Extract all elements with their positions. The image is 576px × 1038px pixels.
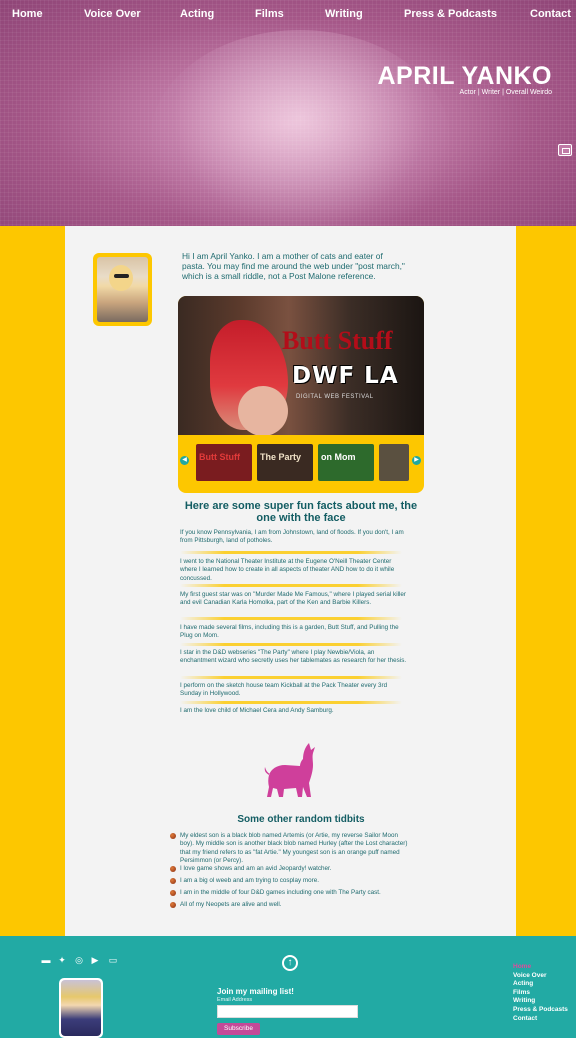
tidbit-item: All of my Neopets are alive and well. <box>170 901 410 909</box>
main-content: Hi I am April Yanko. I am a mother of ca… <box>65 226 516 936</box>
footer-nav-press-podcasts[interactable]: Press & Podcasts <box>513 1006 575 1015</box>
arrow-left-icon[interactable]: ◀ <box>180 456 189 465</box>
festival-logo: DWF LA <box>292 363 399 389</box>
fact-item: If you know Pennsylvania, I am from John… <box>180 529 404 545</box>
thumbnail[interactable]: on Mom <box>318 444 374 481</box>
fact-item: I perform on the sketch house team Kickb… <box>180 682 388 698</box>
footer-nav: Home Voice Over Acting Films Writing Pre… <box>513 963 575 1023</box>
divider <box>180 701 402 704</box>
profile-photo-frame <box>93 253 152 326</box>
thumbnail[interactable]: The Party <box>257 444 313 481</box>
nav-voice-over[interactable]: Voice Over <box>84 8 141 20</box>
back-to-top-icon[interactable]: ↑ <box>282 955 298 971</box>
divider <box>180 551 402 554</box>
image-icon[interactable] <box>558 144 572 156</box>
email-field[interactable] <box>217 1005 358 1018</box>
footer-nav-acting[interactable]: Acting <box>513 980 575 989</box>
slider-main-image[interactable]: Butt Stuff DWF LA DIGITAL WEB FESTIVAL <box>178 296 424 435</box>
imdb-icon[interactable]: ▬ <box>40 955 52 966</box>
mailing-list-title: Join my mailing list! <box>217 987 294 996</box>
divider <box>180 617 402 620</box>
nav-acting[interactable]: Acting <box>180 8 214 20</box>
festival-tagline: DIGITAL WEB FESTIVAL <box>296 394 374 400</box>
tidbits-heading: Some other random tidbits <box>237 814 365 825</box>
nav-contact[interactable]: Contact <box>530 8 571 20</box>
youtube-icon[interactable]: ▶ <box>89 955 101 966</box>
nav-films[interactable]: Films <box>255 8 284 20</box>
intro-text: Hi I am April Yanko. I am a mother of ca… <box>182 251 405 281</box>
footer-nav-voice-over[interactable]: Voice Over <box>513 972 575 981</box>
footer-nav-contact[interactable]: Contact <box>513 1015 575 1024</box>
instagram-icon[interactable]: ◎ <box>73 955 85 966</box>
footer: ▬ ✦ ◎ ▶ ▭ ↑ Join my mailing list! Email … <box>0 936 576 1038</box>
nav-home[interactable]: Home <box>12 8 43 20</box>
profile-photo <box>97 257 148 322</box>
top-nav: Home Voice Over Acting Films Writing Pre… <box>0 8 576 24</box>
facts-heading: Here are some super fun facts about me, … <box>184 500 418 524</box>
nav-press-podcasts[interactable]: Press & Podcasts <box>404 8 497 20</box>
arrow-right-icon[interactable]: ▶ <box>412 456 421 465</box>
nav-writing[interactable]: Writing <box>325 8 363 20</box>
fact-item: I am the love child of Michael Cera and … <box>180 707 334 714</box>
footer-photo <box>59 978 103 1038</box>
fact-item: I have made several films, including thi… <box>180 624 399 640</box>
email-label: Email Address <box>217 997 253 1003</box>
subscribe-button[interactable]: Subscribe <box>217 1023 260 1035</box>
fact-item: I star in the D&D webseries "The Party" … <box>180 649 407 665</box>
footer-nav-films[interactable]: Films <box>513 989 575 998</box>
fact-item: My first guest star was on "Murder Made … <box>180 591 406 607</box>
twitter-icon[interactable]: ✦ <box>56 955 68 966</box>
site-subtitle: Actor | Writer | Overall Weirdo <box>459 89 552 96</box>
divider <box>180 584 402 587</box>
page: Home Voice Over Acting Films Writing Pre… <box>0 0 576 1038</box>
site-title: APRIL YANKO <box>377 62 552 90</box>
divider <box>180 643 402 646</box>
film-slider: Butt Stuff DWF LA DIGITAL WEB FESTIVAL ◀… <box>178 296 424 493</box>
tidbit-item: My eldest son is a black blob named Arte… <box>170 832 410 865</box>
thumbnail[interactable] <box>379 444 409 481</box>
backstage-icon[interactable]: ▭ <box>107 955 119 966</box>
slide-title: Butt Stuff <box>282 326 393 355</box>
slider-thumbnails: ◀ Butt Stuff The Party on Mom ▶ <box>178 439 424 485</box>
fact-item: I went to the National Theater Institute… <box>180 558 395 582</box>
footer-nav-home[interactable]: Home <box>513 963 575 972</box>
cat-icon <box>264 743 315 797</box>
tidbit-item: I am in the middle of four D&D games inc… <box>170 889 410 897</box>
footer-nav-writing[interactable]: Writing <box>513 997 575 1006</box>
divider <box>180 676 402 679</box>
tidbit-item: I am a big ol weeb and am trying to cosp… <box>170 877 410 885</box>
thumbnail[interactable]: Butt Stuff <box>196 444 252 481</box>
hero-banner: Home Voice Over Acting Films Writing Pre… <box>0 0 576 226</box>
tidbit-item: I love game shows and am an avid Jeopard… <box>170 865 410 873</box>
